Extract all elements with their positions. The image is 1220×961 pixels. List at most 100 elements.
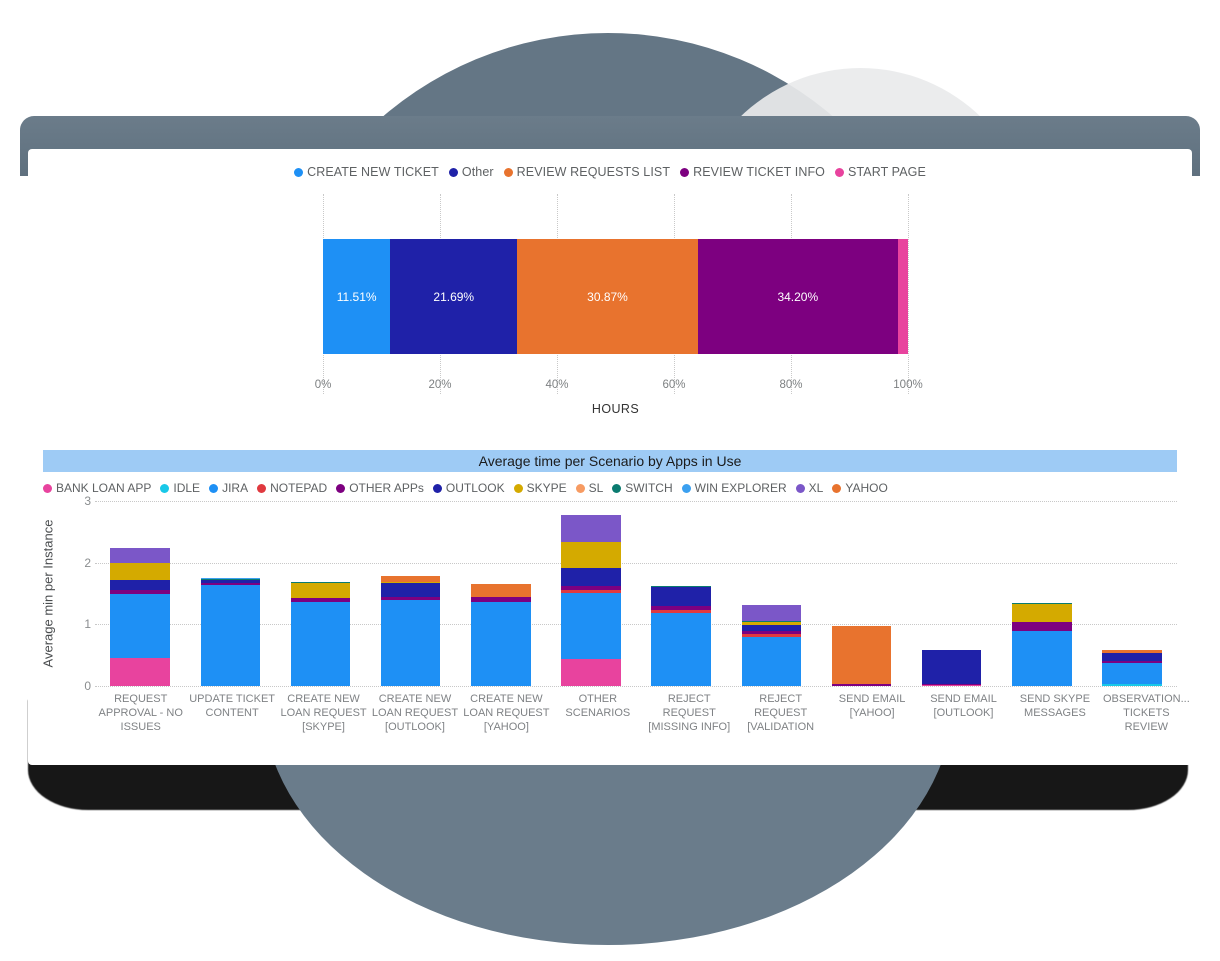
legend-label: IDLE: [173, 481, 200, 495]
bar-segment[interactable]: [471, 584, 531, 597]
stacked-bar[interactable]: [561, 515, 621, 686]
bottom-chart-title: Average time per Scenario by Apps in Use: [43, 450, 1177, 472]
category-label: SEND EMAIL [YAHOO]: [826, 692, 917, 734]
legend-item-skype[interactable]: SKYPE: [514, 481, 567, 495]
bar-segment[interactable]: [561, 568, 621, 587]
bar-segment[interactable]: [561, 659, 621, 686]
bar-segment[interactable]: [1102, 663, 1162, 684]
bar-segment[interactable]: [651, 587, 711, 606]
legend-item-start-page[interactable]: START PAGE: [835, 165, 926, 179]
bar-segment[interactable]: [742, 637, 802, 686]
legend-item-bank-loan-app[interactable]: BANK LOAN APP: [43, 481, 151, 495]
legend-item-switch[interactable]: SWITCH: [612, 481, 672, 495]
gridline: [908, 194, 909, 394]
bar-segment[interactable]: [110, 580, 170, 590]
legend-label: REVIEW TICKET INFO: [693, 165, 825, 179]
legend-item-yahoo[interactable]: YAHOO: [832, 481, 887, 495]
stacked-bar[interactable]: [471, 584, 531, 686]
stacked-bar[interactable]: [381, 576, 441, 686]
legend-item-other[interactable]: Other: [449, 165, 494, 179]
bottom-chart-y-axis-label: Average min per Instance: [37, 501, 59, 686]
stacked-bar[interactable]: [110, 548, 170, 686]
legend-dot-icon: [160, 484, 169, 493]
legend-label: NOTEPAD: [270, 481, 327, 495]
bar-segment[interactable]: [291, 602, 351, 686]
top-bar-segment[interactable]: 11.51%: [323, 239, 390, 354]
bar-segment[interactable]: [742, 605, 802, 621]
top-chart-legend: CREATE NEW TICKET Other REVIEW REQUESTS …: [28, 165, 1192, 179]
legend-item-idle[interactable]: IDLE: [160, 481, 200, 495]
y-axis-tick: 3: [69, 494, 91, 508]
bar-segment[interactable]: [832, 684, 892, 686]
legend-item-jira[interactable]: JIRA: [209, 481, 248, 495]
bar-slot: [1087, 501, 1177, 686]
legend-dot-icon: [682, 484, 691, 493]
bar-slot: [726, 501, 816, 686]
bar-segment[interactable]: [832, 626, 892, 684]
bar-segment[interactable]: [561, 593, 621, 659]
legend-label: YAHOO: [845, 481, 887, 495]
top-chart-axis-title: HOURS: [323, 402, 908, 416]
bar-segment[interactable]: [1012, 622, 1072, 630]
legend-label: START PAGE: [848, 165, 926, 179]
y-axis-tick: 0: [69, 679, 91, 693]
bar-segment[interactable]: [651, 613, 711, 686]
screenshot-stage: CREATE NEW TICKET Other REVIEW REQUESTS …: [0, 0, 1220, 961]
bar-segment[interactable]: [110, 548, 170, 563]
top-bar-segment[interactable]: [898, 239, 908, 354]
category-label: CREATE NEW LOAN REQUEST [SKYPE]: [278, 692, 369, 734]
bar-segment[interactable]: [110, 658, 170, 686]
bar-segment[interactable]: [291, 583, 351, 598]
top-chart-plot: 11.51%21.69%30.87%34.20% 0%20%40%60%80%1…: [323, 194, 908, 394]
bar-segment[interactable]: [1012, 604, 1072, 623]
bar-segment[interactable]: [110, 563, 170, 580]
stacked-bar[interactable]: [291, 582, 351, 686]
stacked-bar[interactable]: [201, 578, 261, 686]
legend-item-xl[interactable]: XL: [796, 481, 824, 495]
stacked-bar[interactable]: [651, 586, 711, 686]
top-bar-segment[interactable]: 30.87%: [517, 239, 698, 354]
category-label: OBSERVATION... TICKETS REVIEW: [1101, 692, 1192, 734]
category-label: SEND SKYPE MESSAGES: [1009, 692, 1100, 734]
stacked-bar[interactable]: [1102, 650, 1162, 686]
stacked-bar[interactable]: [922, 650, 982, 686]
legend-item-other-apps[interactable]: OTHER APPs: [336, 481, 424, 495]
bar-slot: [636, 501, 726, 686]
category-label: SEND EMAIL [OUTLOOK]: [918, 692, 1009, 734]
bottom-chart-bars: [95, 501, 1177, 686]
gridline: [95, 686, 1177, 687]
legend-item-notepad[interactable]: NOTEPAD: [257, 481, 327, 495]
bar-segment[interactable]: [381, 600, 441, 686]
legend-label: BANK LOAN APP: [56, 481, 151, 495]
bar-segment[interactable]: [561, 515, 621, 543]
bar-segment[interactable]: [471, 602, 531, 686]
legend-item-review-ticket-info[interactable]: REVIEW TICKET INFO: [680, 165, 825, 179]
y-axis-tick: 2: [69, 556, 91, 570]
legend-dot-icon: [796, 484, 805, 493]
bar-segment[interactable]: [1012, 631, 1072, 687]
legend-item-win-explorer[interactable]: WIN EXPLORER: [682, 481, 787, 495]
legend-dot-icon: [209, 484, 218, 493]
top-bar-segment[interactable]: 21.69%: [390, 239, 517, 354]
bar-segment[interactable]: [1102, 653, 1162, 660]
legend-label: SL: [589, 481, 604, 495]
bar-segment[interactable]: [561, 542, 621, 567]
legend-item-outlook[interactable]: OUTLOOK: [433, 481, 505, 495]
bar-segment[interactable]: [1102, 684, 1162, 686]
bar-segment[interactable]: [922, 685, 982, 686]
legend-dot-icon: [257, 484, 266, 493]
bar-segment[interactable]: [110, 594, 170, 658]
legend-item-create-new-ticket[interactable]: CREATE NEW TICKET: [294, 165, 439, 179]
bottom-chart-legend: BANK LOAN APP IDLE JIRA NOTEPAD OTHER APPs OU…: [43, 481, 888, 495]
bar-segment[interactable]: [381, 583, 441, 597]
stacked-bar[interactable]: [832, 626, 892, 686]
x-axis-tick: 60%: [662, 379, 685, 391]
bar-segment[interactable]: [201, 585, 261, 686]
category-label: CREATE NEW LOAN REQUEST [OUTLOOK]: [369, 692, 460, 734]
bar-segment[interactable]: [922, 650, 982, 684]
legend-item-review-requests-list[interactable]: REVIEW REQUESTS LIST: [504, 165, 670, 179]
legend-item-sl[interactable]: SL: [576, 481, 604, 495]
stacked-bar[interactable]: [742, 605, 802, 686]
stacked-bar[interactable]: [1012, 603, 1072, 686]
top-bar-segment[interactable]: 34.20%: [698, 239, 898, 354]
